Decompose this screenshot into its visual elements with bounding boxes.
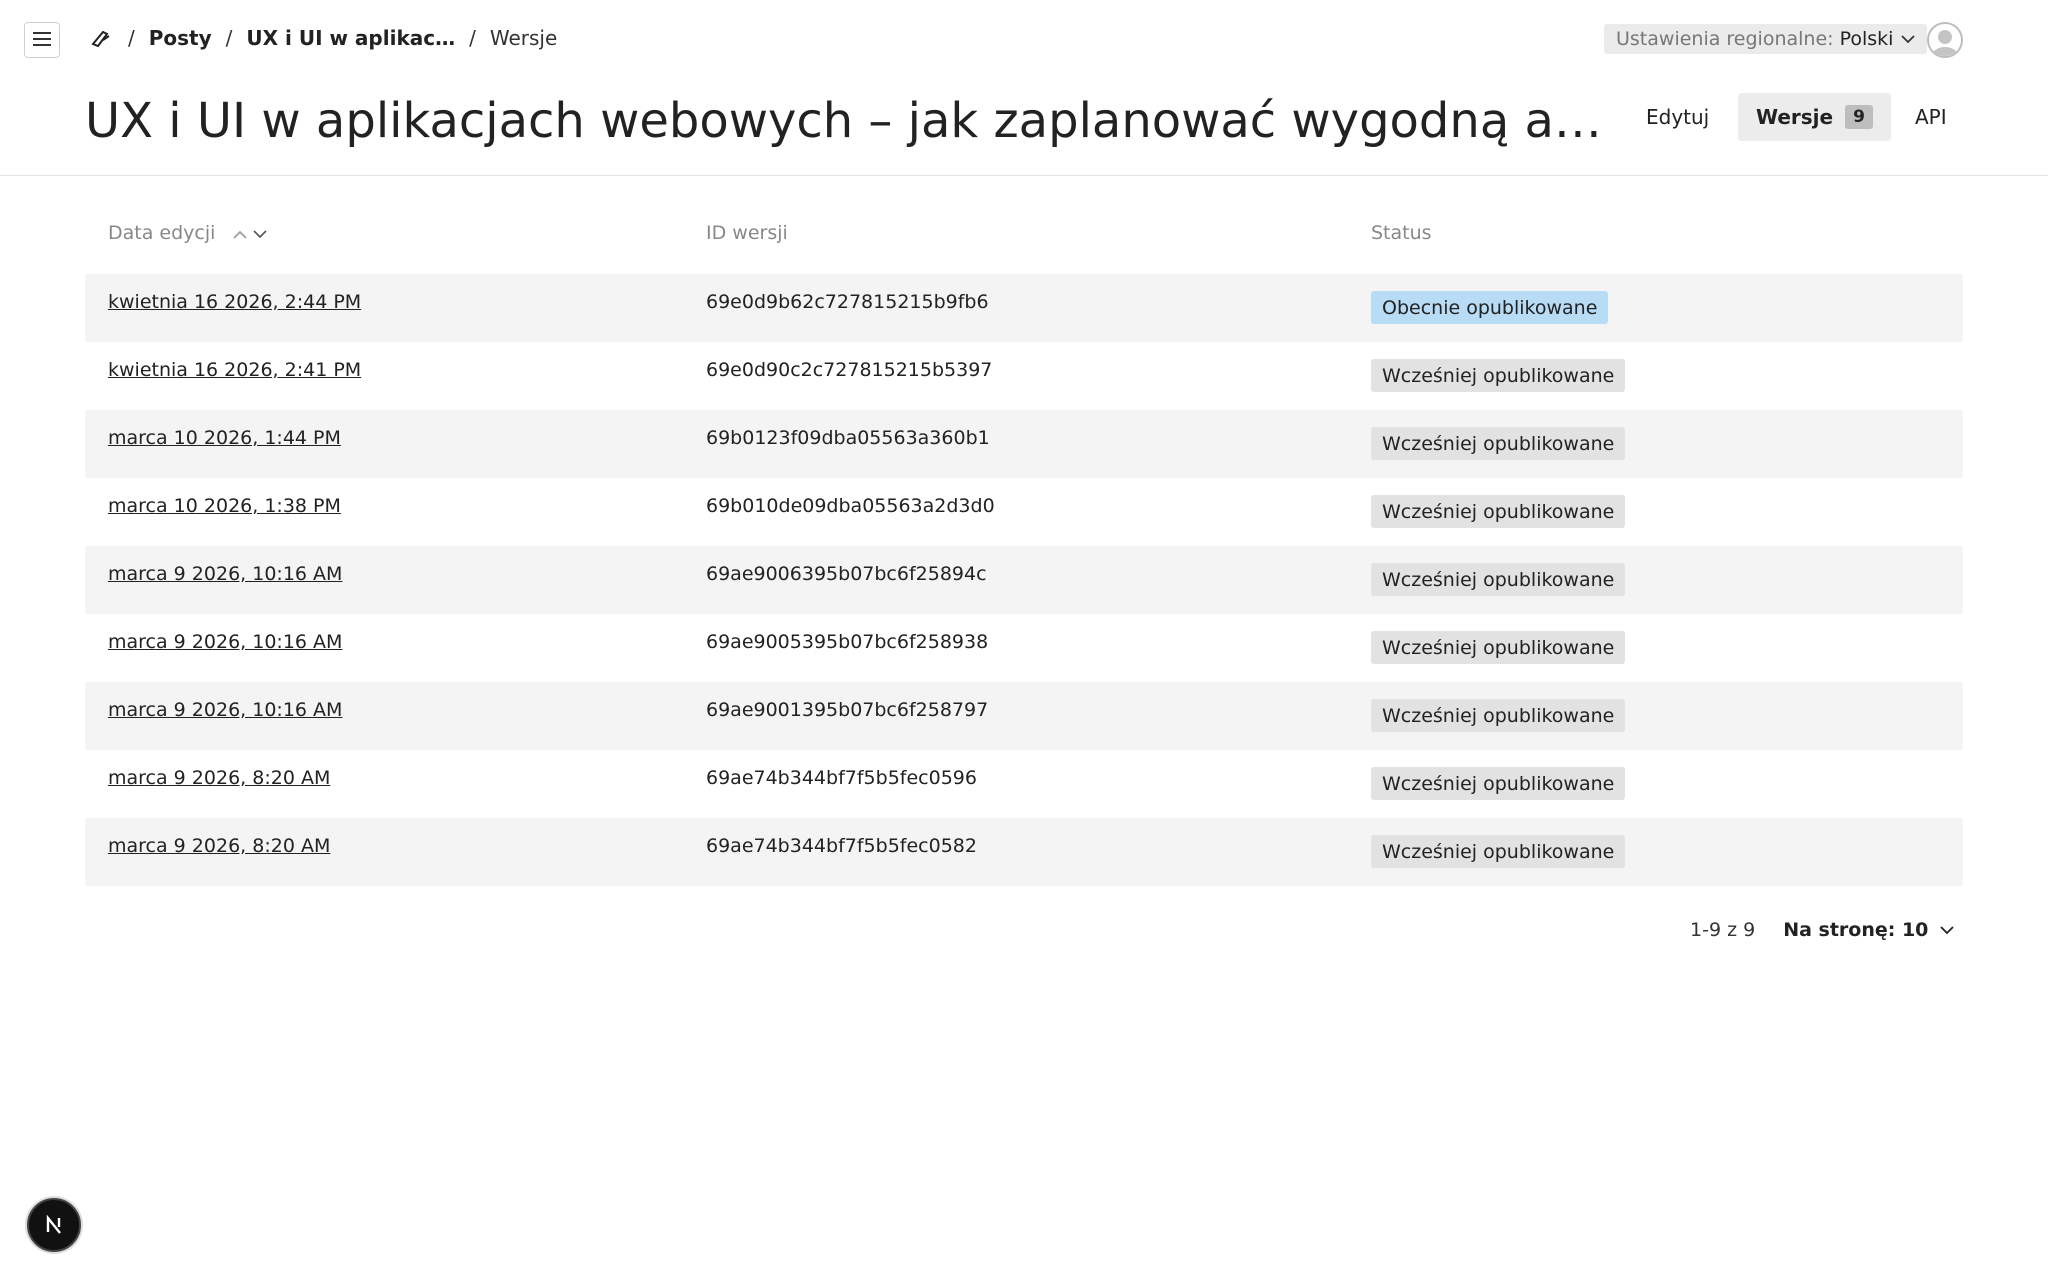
- column-header-id: ID wersji: [706, 222, 788, 244]
- hamburger-icon: [33, 31, 51, 50]
- table-row: marca 9 2026, 10:16 AM 69ae9006395b07bc6…: [85, 546, 1963, 614]
- version-id: 69ae74b344bf7f5b5fec0596: [706, 767, 977, 789]
- tab-versions[interactable]: Wersje 9: [1738, 93, 1891, 141]
- payload-logo-icon[interactable]: [88, 25, 114, 51]
- sort-controls: [233, 222, 267, 244]
- table-row: kwietnia 16 2026, 2:44 PM 69e0d9b62c7278…: [85, 274, 1963, 342]
- tab-api[interactable]: API: [1897, 93, 1965, 141]
- version-date-link[interactable]: marca 10 2026, 1:38 PM: [108, 495, 341, 517]
- locale-value: Polski: [1839, 28, 1894, 50]
- chevron-down-icon: [1940, 925, 1955, 935]
- table-header: Data edycji ID wersji Status: [85, 206, 1963, 274]
- pagination: 1-9 z 9 Na stronę: 10: [1690, 916, 1955, 944]
- sort-asc-icon[interactable]: [233, 222, 247, 244]
- column-header-date: Data edycji: [108, 222, 267, 244]
- breadcrumb-posts-link[interactable]: Posty: [149, 26, 212, 50]
- top-bar: / Posty / UX i UI w aplikac… / Wersje Us…: [0, 0, 2048, 74]
- column-header-date-label: Data edycji: [108, 222, 216, 244]
- nextjs-icon[interactable]: [27, 1198, 81, 1252]
- menu-button[interactable]: [24, 22, 60, 58]
- version-date-link[interactable]: marca 10 2026, 1:44 PM: [108, 427, 341, 449]
- tab-edit[interactable]: Edytuj: [1628, 93, 1727, 141]
- locale-label: Ustawienia regionalne:: [1616, 28, 1834, 50]
- status-badge: Wcześniej opublikowane: [1371, 767, 1626, 800]
- tab-versions-label: Wersje: [1756, 105, 1834, 129]
- version-date-link[interactable]: marca 9 2026, 10:16 AM: [108, 699, 342, 721]
- version-id: 69ae9005395b07bc6f258938: [706, 631, 989, 653]
- user-avatar-icon[interactable]: [1927, 22, 1963, 58]
- version-id: 69e0d90c2c727815215b5397: [706, 359, 993, 381]
- status-badge: Wcześniej opublikowane: [1371, 563, 1626, 596]
- versions-table: Data edycji ID wersji Status kwietnia 16…: [85, 206, 1963, 886]
- version-id: 69ae9006395b07bc6f25894c: [706, 563, 987, 585]
- table-row: marca 9 2026, 8:20 AM 69ae74b344bf7f5b5f…: [85, 818, 1963, 886]
- status-badge: Obecnie opublikowane: [1371, 291, 1609, 324]
- breadcrumb: / Posty / UX i UI w aplikac… / Wersje: [88, 24, 557, 52]
- chevron-down-icon: [1901, 34, 1916, 44]
- status-badge: Wcześniej opublikowane: [1371, 631, 1626, 664]
- version-id: 69b010de09dba05563a2d3d0: [706, 495, 995, 517]
- document-header: UX i UI w aplikacjach webowych – jak zap…: [0, 74, 2048, 176]
- tab-edit-label: Edytuj: [1646, 105, 1710, 129]
- breadcrumb-separator: /: [225, 26, 233, 50]
- table-row: marca 9 2026, 8:20 AM 69ae74b344bf7f5b5f…: [85, 750, 1963, 818]
- table-row: marca 10 2026, 1:44 PM 69b0123f09dba0556…: [85, 410, 1963, 478]
- breadcrumb-separator: /: [469, 26, 476, 50]
- table-row: marca 9 2026, 10:16 AM 69ae9005395b07bc6…: [85, 614, 1963, 682]
- table-row: marca 9 2026, 10:16 AM 69ae9001395b07bc6…: [85, 682, 1963, 750]
- tab-api-label: API: [1915, 105, 1947, 129]
- locale-selector[interactable]: Ustawienia regionalne: Polski: [1604, 24, 1928, 54]
- version-date-link[interactable]: kwietnia 16 2026, 2:41 PM: [108, 359, 361, 381]
- version-date-link[interactable]: kwietnia 16 2026, 2:44 PM: [108, 291, 361, 313]
- version-id: 69b0123f09dba05563a360b1: [706, 427, 990, 449]
- column-header-status: Status: [1371, 222, 1432, 244]
- status-badge: Wcześniej opublikowane: [1371, 495, 1626, 528]
- version-id: 69e0d9b62c727815215b9fb6: [706, 291, 989, 313]
- pagination-range: 1-9 z 9: [1690, 919, 1756, 941]
- status-badge: Wcześniej opublikowane: [1371, 427, 1626, 460]
- status-badge: Wcześniej opublikowane: [1371, 699, 1626, 732]
- breadcrumb-current: Wersje: [489, 26, 558, 50]
- breadcrumb-separator: /: [128, 26, 135, 50]
- versions-count-badge: 9: [1845, 105, 1873, 129]
- sort-desc-icon[interactable]: [253, 222, 267, 244]
- status-badge: Wcześniej opublikowane: [1371, 835, 1626, 868]
- version-date-link[interactable]: marca 9 2026, 10:16 AM: [108, 631, 342, 653]
- table-row: marca 10 2026, 1:38 PM 69b010de09dba0556…: [85, 478, 1963, 546]
- per-page-label: Na stronę: 10: [1783, 919, 1929, 941]
- table-row: kwietnia 16 2026, 2:41 PM 69e0d90c2c7278…: [85, 342, 1963, 410]
- version-id: 69ae74b344bf7f5b5fec0582: [706, 835, 977, 857]
- version-date-link[interactable]: marca 9 2026, 10:16 AM: [108, 563, 342, 585]
- page-title: UX i UI w aplikacjach webowych – jak zap…: [85, 93, 1605, 149]
- status-badge: Wcześniej opublikowane: [1371, 359, 1626, 392]
- version-date-link[interactable]: marca 9 2026, 8:20 AM: [108, 835, 330, 857]
- version-id: 69ae9001395b07bc6f258797: [706, 699, 989, 721]
- per-page-selector[interactable]: Na stronę: 10: [1783, 919, 1955, 941]
- version-date-link[interactable]: marca 9 2026, 8:20 AM: [108, 767, 330, 789]
- breadcrumb-post-link[interactable]: UX i UI w aplikac…: [246, 26, 455, 50]
